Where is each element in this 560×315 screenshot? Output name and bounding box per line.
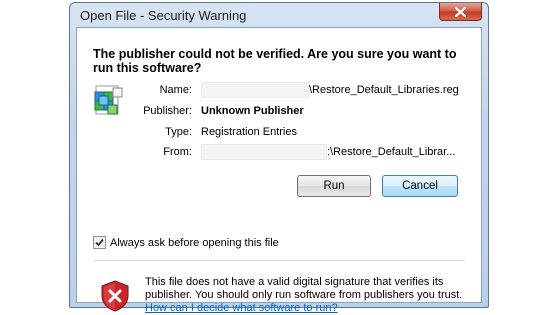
type-value: Registration Entries	[201, 126, 297, 138]
checkmark-icon	[95, 238, 104, 247]
always-ask-option[interactable]: Always ask before opening this file	[93, 236, 279, 249]
close-button[interactable]	[439, 3, 482, 21]
from-label: From:	[163, 146, 192, 158]
name-value: \Restore_Default_Libraries.reg	[309, 84, 459, 96]
security-warning-dialog: Open File - Security Warning The publish…	[69, 2, 489, 314]
help-link[interactable]: How can I decide what software to run?	[145, 302, 338, 314]
headline-question: The publisher could not be verified. Are…	[93, 47, 457, 75]
name-label: Name:	[159, 84, 192, 96]
redacted-path	[201, 82, 309, 98]
type-label: Type:	[165, 126, 192, 138]
divider	[93, 260, 465, 261]
window-title: Open File - Security Warning	[80, 8, 247, 23]
from-value: :\Restore_Default_Librar...	[327, 146, 456, 158]
dialog-body: The publisher could not be verified. Are…	[76, 27, 482, 314]
warning-text: This file does not have a valid digital …	[145, 276, 463, 301]
warning-message: This file does not have a valid digital …	[145, 276, 465, 315]
cancel-button[interactable]: Cancel	[382, 175, 458, 197]
always-ask-checkbox[interactable]	[93, 236, 106, 249]
shield-warning-icon	[101, 280, 129, 312]
publisher-value: Unknown Publisher	[201, 105, 304, 117]
redacted-source	[201, 144, 327, 160]
publisher-label: Publisher:	[143, 105, 192, 117]
always-ask-label: Always ask before opening this file	[110, 236, 279, 249]
run-button[interactable]: Run	[297, 175, 371, 197]
close-icon	[455, 6, 466, 17]
